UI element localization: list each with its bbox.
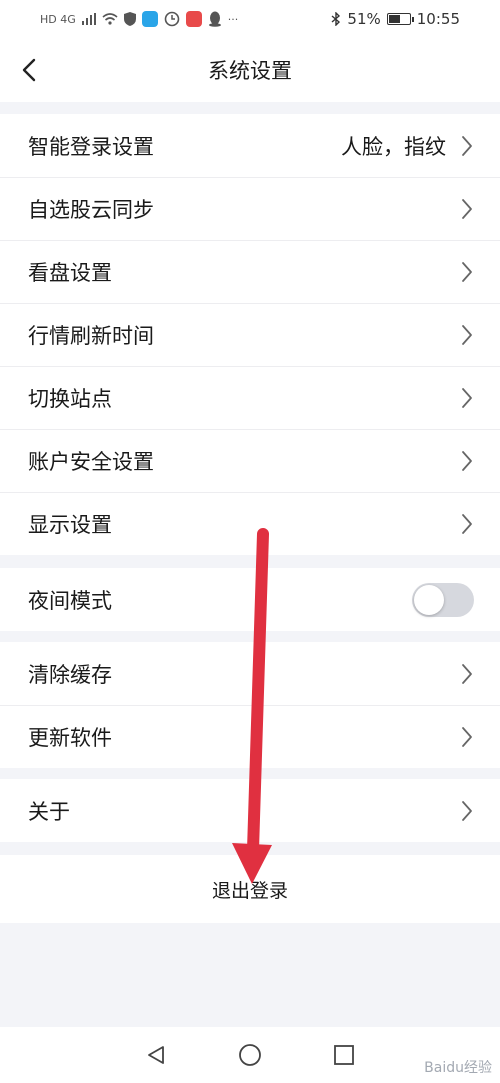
battery-percent: 51% — [347, 10, 381, 28]
back-button[interactable] — [14, 54, 44, 86]
settings-row-update-software[interactable]: 更新软件 — [0, 705, 500, 768]
settings-group-main: 智能登录设置 人脸，指纹 自选股云同步 看盘设置 行情刷新时间 切换站点 账户安… — [0, 114, 500, 555]
settings-row-watchlist-sync[interactable]: 自选股云同步 — [0, 177, 500, 240]
settings-row-smart-login[interactable]: 智能登录设置 人脸，指纹 — [0, 114, 500, 177]
chevron-right-icon — [462, 261, 472, 282]
row-label: 看盘设置 — [28, 260, 112, 285]
app-clock-icon — [164, 11, 180, 27]
more-notifications-icon: ··· — [227, 12, 239, 26]
settings-row-account-security[interactable]: 账户安全设置 — [0, 429, 500, 492]
settings-row-night-mode: 夜间模式 — [0, 568, 500, 631]
row-label: 行情刷新时间 — [28, 323, 154, 348]
signal-icon — [81, 13, 96, 25]
app-search-icon — [141, 11, 158, 27]
chevron-right-icon — [462, 726, 472, 747]
row-label: 账户安全设置 — [28, 449, 154, 474]
shield-icon — [123, 12, 136, 26]
chevron-right-icon — [462, 324, 472, 345]
logout-label: 退出登录 — [211, 879, 288, 902]
toggle-knob — [414, 584, 444, 615]
row-label: 自选股云同步 — [28, 197, 154, 222]
settings-group-about: 关于 — [0, 779, 500, 842]
settings-group-maintenance: 清除缓存 更新软件 — [0, 642, 500, 768]
chevron-right-icon — [462, 198, 472, 219]
row-label: 更新软件 — [28, 725, 112, 750]
night-mode-toggle[interactable] — [412, 582, 474, 617]
settings-row-about[interactable]: 关于 — [0, 779, 500, 842]
chevron-right-icon — [462, 387, 472, 408]
settings-row-display-settings[interactable]: 显示设置 — [0, 492, 500, 555]
chevron-right-icon — [462, 135, 472, 156]
app-news-icon — [185, 11, 202, 27]
chevron-right-icon — [462, 450, 472, 471]
row-value: 人脸，指纹 — [341, 134, 446, 159]
header-bar: 系统设置 — [0, 38, 500, 102]
network-type-label: HD 4G — [40, 12, 76, 26]
status-bar: HD 4G ··· 51% 10:55 — [0, 0, 500, 38]
chevron-left-icon — [22, 58, 36, 82]
logout-button[interactable]: 退出登录 — [0, 855, 500, 923]
settings-row-switch-site[interactable]: 切换站点 — [0, 366, 500, 429]
chevron-right-icon — [462, 513, 472, 534]
nav-back-icon[interactable] — [145, 1044, 167, 1066]
row-label: 显示设置 — [28, 512, 112, 537]
settings-row-refresh-time[interactable]: 行情刷新时间 — [0, 303, 500, 366]
chevron-right-icon — [462, 663, 472, 684]
baidu-watermark: Baidu经验 — [424, 1060, 492, 1076]
status-bar-left: HD 4G ··· — [40, 11, 238, 27]
settings-row-chart-settings[interactable]: 看盘设置 — [0, 240, 500, 303]
settings-group-night-mode: 夜间模式 — [0, 568, 500, 631]
nav-home-icon[interactable] — [238, 1043, 262, 1067]
row-label: 关于 — [28, 799, 70, 824]
row-label: 切换站点 — [28, 386, 112, 411]
chevron-right-icon — [462, 800, 472, 821]
settings-row-clear-cache[interactable]: 清除缓存 — [0, 642, 500, 705]
status-bar-right: 51% 10:55 — [331, 10, 460, 28]
clock-time: 10:55 — [416, 10, 460, 28]
wifi-icon — [102, 13, 118, 25]
nav-recents-icon[interactable] — [333, 1044, 355, 1066]
qq-penguin-icon — [208, 11, 221, 27]
row-label: 夜间模式 — [28, 588, 112, 613]
row-label: 清除缓存 — [28, 662, 112, 687]
row-label: 智能登录设置 — [28, 134, 154, 159]
page-title: 系统设置 — [208, 59, 292, 83]
battery-icon — [386, 13, 414, 25]
bluetooth-icon — [331, 12, 341, 26]
